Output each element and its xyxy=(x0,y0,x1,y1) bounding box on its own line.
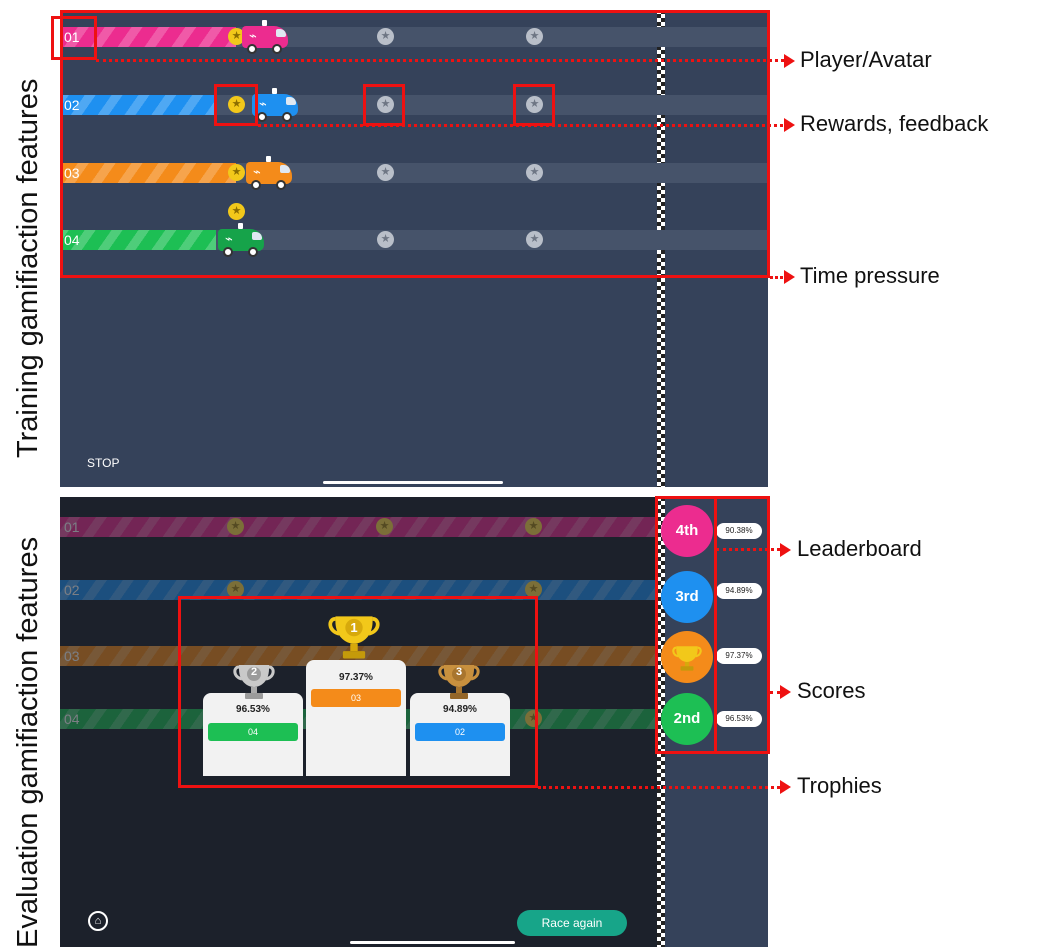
reward-star-box xyxy=(363,84,405,126)
star-icon: ★ xyxy=(227,518,244,535)
arrow-icon xyxy=(780,685,791,699)
annotation-line xyxy=(716,548,780,551)
star-icon: ★ xyxy=(376,518,393,535)
race-again-button[interactable]: Race again xyxy=(517,910,627,936)
annotation-line xyxy=(96,59,784,62)
annotation-time-pressure: Time pressure xyxy=(800,263,940,288)
lane-track: 01 xyxy=(60,517,657,537)
annotation-line xyxy=(258,124,783,127)
reward-star-box xyxy=(214,84,258,126)
annotation-line xyxy=(770,276,783,279)
annotation-rewards-feedback: Rewards, feedback xyxy=(800,111,989,136)
lane-number: 04 xyxy=(64,711,80,727)
scores-box xyxy=(714,496,770,754)
arrow-icon xyxy=(780,780,791,794)
arrow-icon xyxy=(784,54,795,68)
player-avatar-box xyxy=(51,16,97,60)
training-gamification-box xyxy=(60,10,770,278)
arrow-icon xyxy=(780,543,791,557)
reward-star-box xyxy=(513,84,555,126)
annotation-line xyxy=(770,691,780,694)
home-indicator xyxy=(323,481,503,484)
annotation-trophies: Trophies xyxy=(797,773,882,798)
annotation-leaderboard: Leaderboard xyxy=(797,536,922,561)
stop-button[interactable]: STOP xyxy=(87,456,119,470)
lane-number: 01 xyxy=(64,519,80,535)
training-side-label: Training gamifiaction features xyxy=(12,78,44,458)
evaluation-side-label: Evaluation gamifiaction features xyxy=(12,536,44,948)
podium-trophies-box xyxy=(178,596,538,788)
star-icon: ★ xyxy=(525,518,542,535)
leaderboard-box xyxy=(655,496,717,754)
arrow-icon xyxy=(784,270,795,284)
annotation-scores: Scores xyxy=(797,678,866,703)
home-icon[interactable]: ⌂ xyxy=(88,911,108,931)
home-indicator xyxy=(350,941,515,944)
annotation-line xyxy=(538,786,780,789)
annotation-player-avatar: Player/Avatar xyxy=(800,47,932,72)
lane-number: 02 xyxy=(64,582,80,598)
lane-number: 03 xyxy=(64,648,80,664)
arrow-icon xyxy=(784,118,795,132)
